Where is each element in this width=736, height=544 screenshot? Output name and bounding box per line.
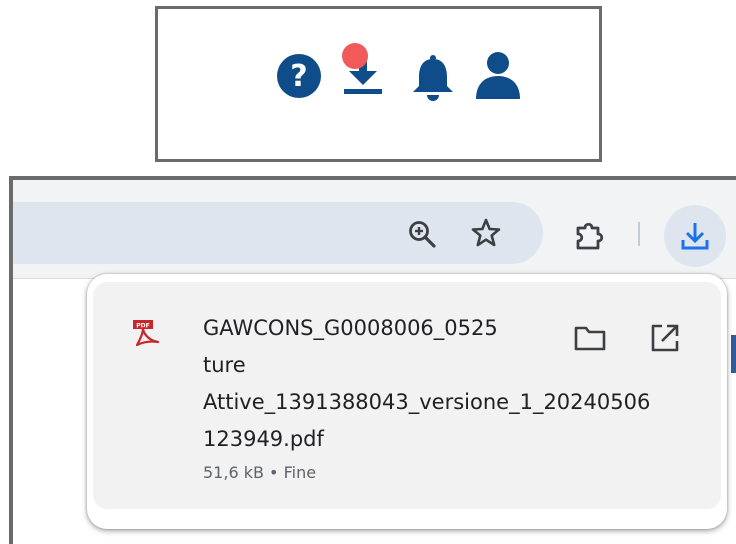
download-item[interactable]: PDF GAWCONS_G0008006_0525 ture Attive_13…: [93, 282, 721, 509]
download-status: Fine: [283, 463, 317, 482]
help-icon[interactable]: ?: [276, 53, 322, 99]
zoom-icon[interactable]: [407, 219, 437, 249]
download-icon: [680, 220, 710, 252]
pdf-icon: PDF: [131, 318, 161, 348]
bell-icon[interactable]: [410, 55, 456, 101]
page-edge-element: [731, 335, 736, 373]
download-meta: 51,6 kB • Fine: [203, 463, 316, 482]
extensions-icon[interactable]: [573, 220, 607, 252]
browser-window: PDF GAWCONS_G0008006_0525 ture Attive_13…: [9, 176, 736, 544]
notification-badge: [342, 43, 368, 69]
downloads-popup: PDF GAWCONS_G0008006_0525 ture Attive_13…: [87, 274, 727, 529]
star-icon[interactable]: [471, 218, 501, 248]
file-size: 51,6 kB: [203, 463, 264, 482]
download-icon[interactable]: [336, 39, 390, 97]
browser-toolbar: [13, 180, 736, 278]
header-icon-bar: ?: [155, 6, 602, 162]
file-name-line-1: GAWCONS_G0008006_0525: [203, 316, 498, 340]
file-name-line-4: 123949.pdf: [203, 427, 324, 451]
toolbar-divider: [638, 222, 640, 246]
user-icon[interactable]: [474, 51, 522, 99]
address-bar[interactable]: [13, 202, 543, 264]
file-name-line-3: Attive_1391388043_versione_1_20240506: [203, 390, 651, 414]
folder-icon[interactable]: [573, 324, 607, 352]
svg-text:?: ?: [290, 59, 307, 94]
meta-separator: •: [269, 463, 279, 482]
file-name-line-2: ture: [203, 353, 246, 377]
download-button[interactable]: [664, 205, 726, 267]
open-external-icon[interactable]: [649, 322, 681, 354]
